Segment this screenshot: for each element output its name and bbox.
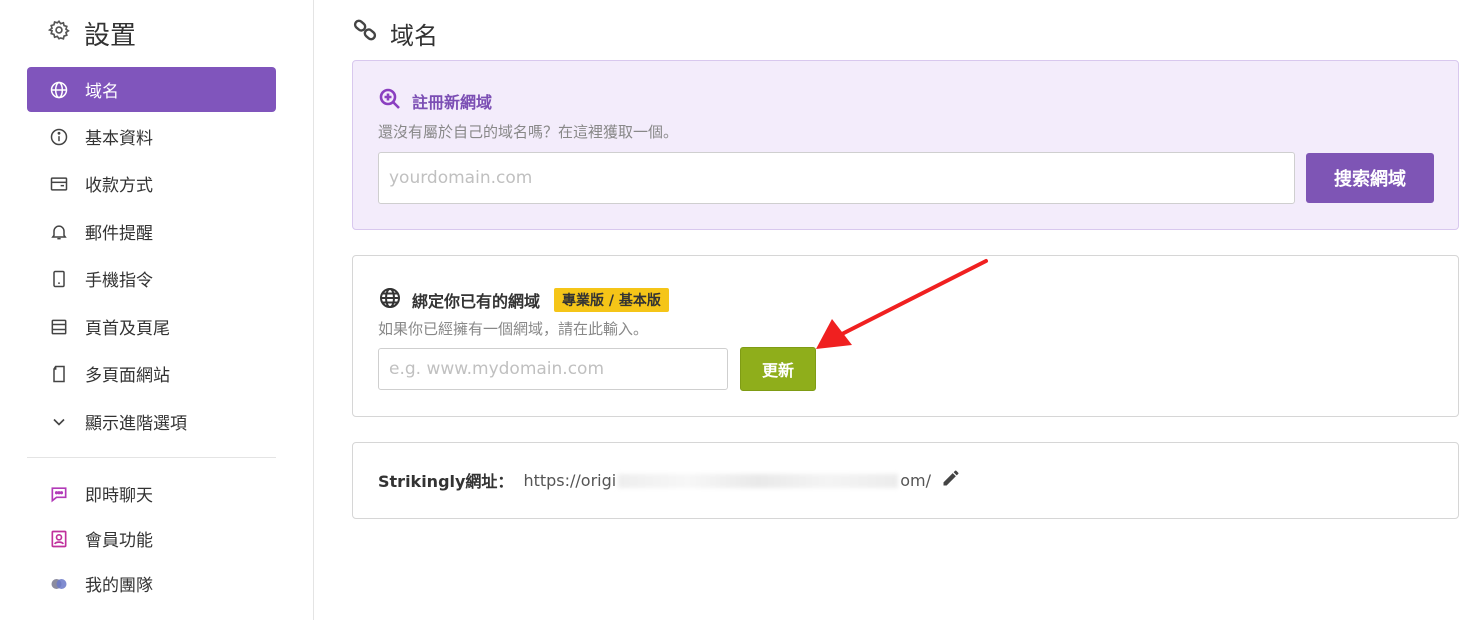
sidebar-item-domain[interactable]: 域名 bbox=[27, 67, 276, 112]
sidebar-title-text: 設置 bbox=[84, 20, 137, 51]
globe-icon bbox=[378, 286, 402, 314]
bind-description: 如果你已經擁有一個網域，請在此輸入。 bbox=[378, 320, 649, 338]
sidebar-item-label: 頁首及頁尾 bbox=[85, 319, 170, 339]
sidebar-divider bbox=[27, 457, 276, 458]
bind-domain-input[interactable] bbox=[378, 348, 728, 390]
strikingly-url-label: Strikingly網址： bbox=[378, 472, 514, 491]
sidebar-item-email-notify[interactable]: 郵件提醒 bbox=[27, 209, 276, 254]
gear-icon bbox=[47, 18, 70, 48]
sidebar-item-advanced[interactable]: 顯示進階選項 bbox=[27, 399, 276, 444]
sidebar-item-membership[interactable]: 會員功能 bbox=[27, 516, 276, 561]
sidebar-item-label: 我的團隊 bbox=[85, 576, 153, 596]
sidebar-item-basic-info[interactable]: 基本資料 bbox=[27, 114, 276, 159]
sidebar-item-multipage[interactable]: 多頁面網站 bbox=[27, 351, 276, 396]
page-header: 域名 bbox=[352, 16, 438, 50]
pencil-icon[interactable] bbox=[941, 468, 961, 492]
sidebar-item-mobile[interactable]: 手機指令 bbox=[27, 256, 276, 301]
bind-title: 綁定你已有的網域 專業版 / 基本版 bbox=[378, 286, 669, 314]
strikingly-url-row: Strikingly網址： https://origi om/ bbox=[378, 468, 961, 492]
bell-icon bbox=[49, 222, 69, 242]
layout-icon bbox=[49, 317, 69, 337]
sidebar: 設置 域名 基本資料 收款方式 郵件提醒 手機指令 頁首及頁尾 多頁面網站 顯示… bbox=[0, 0, 314, 620]
register-title-text: 註冊新網域 bbox=[412, 93, 493, 112]
phone-icon bbox=[49, 269, 69, 289]
wallet-icon bbox=[49, 174, 69, 194]
url-redacted bbox=[618, 474, 899, 488]
globe-icon bbox=[49, 80, 69, 100]
plan-badge: 專業版 / 基本版 bbox=[554, 288, 669, 312]
pages-icon bbox=[49, 364, 69, 384]
register-title: 註冊新網域 bbox=[378, 87, 492, 115]
register-domain-card: 註冊新網域 還沒有屬於自己的域名嗎？在這裡獲取一個。 搜索網域 bbox=[352, 60, 1459, 230]
sidebar-item-label: 多頁面網站 bbox=[85, 366, 170, 386]
info-icon bbox=[49, 127, 69, 147]
sidebar-title: 設置 bbox=[47, 16, 137, 51]
strikingly-url-value: https://origi om/ bbox=[523, 471, 931, 490]
search-domain-button[interactable]: 搜索網域 bbox=[1306, 153, 1434, 203]
sidebar-item-label: 即時聊天 bbox=[85, 486, 153, 506]
settings-app: 設置 域名 基本資料 收款方式 郵件提醒 手機指令 頁首及頁尾 多頁面網站 顯示… bbox=[0, 0, 1471, 620]
sidebar-item-label: 顯示進階選項 bbox=[85, 414, 187, 434]
strikingly-url-card: Strikingly網址： https://origi om/ bbox=[352, 442, 1459, 519]
sidebar-item-payment[interactable]: 收款方式 bbox=[27, 161, 276, 206]
sidebar-item-label: 基本資料 bbox=[85, 129, 153, 149]
chat-icon bbox=[49, 484, 69, 504]
sidebar-item-label: 收款方式 bbox=[85, 176, 153, 196]
page-title: 域名 bbox=[390, 21, 438, 50]
url-suffix: om/ bbox=[900, 470, 931, 490]
sidebar-item-header-footer[interactable]: 頁首及頁尾 bbox=[27, 304, 276, 349]
link-icon bbox=[352, 17, 378, 49]
sidebar-item-label: 域名 bbox=[85, 82, 119, 102]
url-prefix: https://origi bbox=[523, 470, 617, 490]
bind-domain-card: 綁定你已有的網域 專業版 / 基本版 如果你已經擁有一個網域，請在此輸入。 更新 bbox=[352, 255, 1459, 417]
sidebar-item-label: 手機指令 bbox=[85, 271, 153, 291]
register-description: 還沒有屬於自己的域名嗎？在這裡獲取一個。 bbox=[378, 123, 679, 141]
member-icon bbox=[49, 529, 69, 549]
sidebar-item-live-chat[interactable]: 即時聊天 bbox=[27, 471, 276, 516]
bind-title-text: 綁定你已有的網域 bbox=[412, 292, 541, 311]
register-domain-input[interactable] bbox=[378, 152, 1295, 204]
sidebar-item-team[interactable]: 我的團隊 bbox=[27, 561, 276, 606]
search-plus-icon bbox=[378, 87, 402, 115]
team-icon bbox=[49, 574, 69, 594]
chevron-down-icon bbox=[49, 412, 69, 432]
sidebar-item-label: 會員功能 bbox=[85, 531, 153, 551]
update-button[interactable]: 更新 bbox=[740, 347, 816, 391]
sidebar-item-label: 郵件提醒 bbox=[85, 224, 153, 244]
